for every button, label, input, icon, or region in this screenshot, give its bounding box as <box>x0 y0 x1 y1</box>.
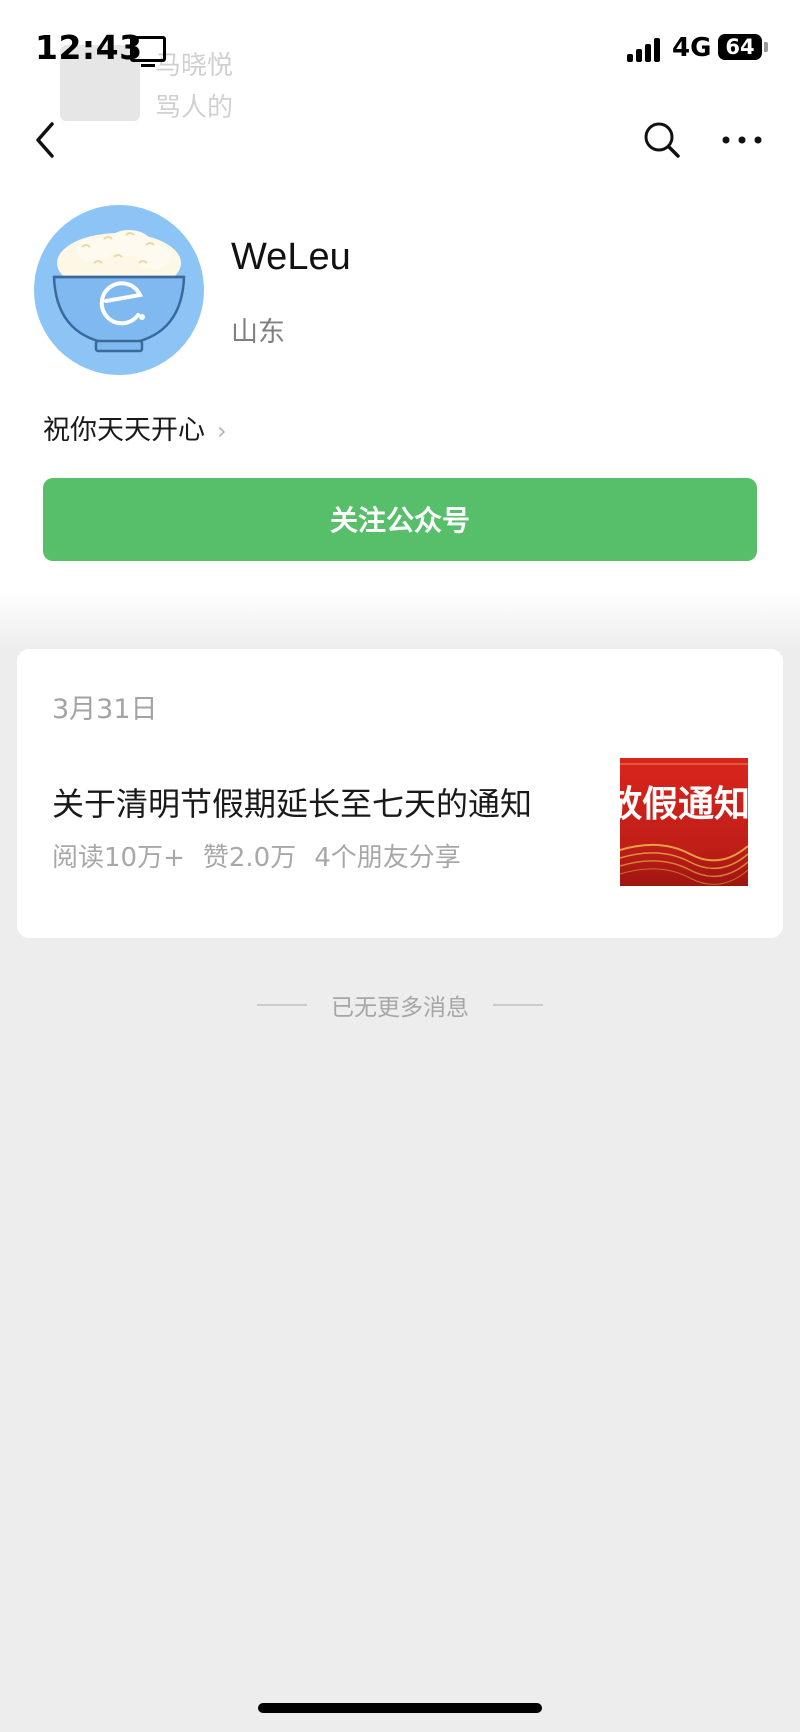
more-dots-icon <box>722 136 762 144</box>
home-indicator[interactable] <box>258 1703 542 1713</box>
article-thumbnail[interactable]: 放假通知 <box>620 758 748 886</box>
article-title[interactable]: 关于清明节假期延长至七天的通知 <box>52 779 532 825</box>
article-thumbnail-image: 放假通知 <box>620 758 748 886</box>
rice-bowl-logo-icon <box>52 230 186 353</box>
overlay-line-1: 马晓悦 <box>155 51 234 81</box>
divider-right <box>493 1004 543 1006</box>
article-date: 3月31日 <box>52 694 158 725</box>
article-shares: 4个朋友分享 <box>314 843 461 873</box>
article-stats: 阅读10万+ 赞2.0万 4个朋友分享 <box>52 837 479 874</box>
network-type: 4G <box>672 33 712 63</box>
signal-strength-icon <box>627 36 663 62</box>
overlay-line-2: 骂人的 <box>155 93 234 123</box>
account-region: 山东 <box>231 317 285 348</box>
article-reads: 阅读10万+ <box>52 843 185 873</box>
account-intro-link[interactable]: 祝你天天开心 › <box>43 408 227 447</box>
screen-mirroring-icon <box>130 36 166 67</box>
chevron-left-icon <box>36 122 54 158</box>
status-bar: 马晓悦 骂人的 12:43 4G 64 <box>0 0 800 123</box>
account-name: WeLeu <box>231 236 351 278</box>
account-intro-text: 祝你天天开心 <box>43 415 205 446</box>
status-time: 12:43 <box>35 28 143 67</box>
article-likes: 赞2.0万 <box>202 843 297 873</box>
chevron-right-icon: › <box>217 417 227 445</box>
follow-button[interactable]: 关注公众号 <box>43 478 757 561</box>
back-button[interactable] <box>28 118 68 162</box>
end-of-messages: 已无更多消息 <box>331 995 469 1021</box>
search-icon <box>644 122 680 158</box>
battery-tip <box>764 42 768 52</box>
article-thumbnail-text: 放假通知 <box>620 784 748 825</box>
article-card[interactable]: 3月31日 关于清明节假期延长至七天的通知 阅读10万+ 赞2.0万 4个朋友分享 … <box>17 649 783 938</box>
battery-icon: 64 <box>718 34 762 60</box>
search-button[interactable] <box>640 118 684 162</box>
more-options-button[interactable] <box>718 118 766 162</box>
avatar[interactable] <box>34 205 204 375</box>
